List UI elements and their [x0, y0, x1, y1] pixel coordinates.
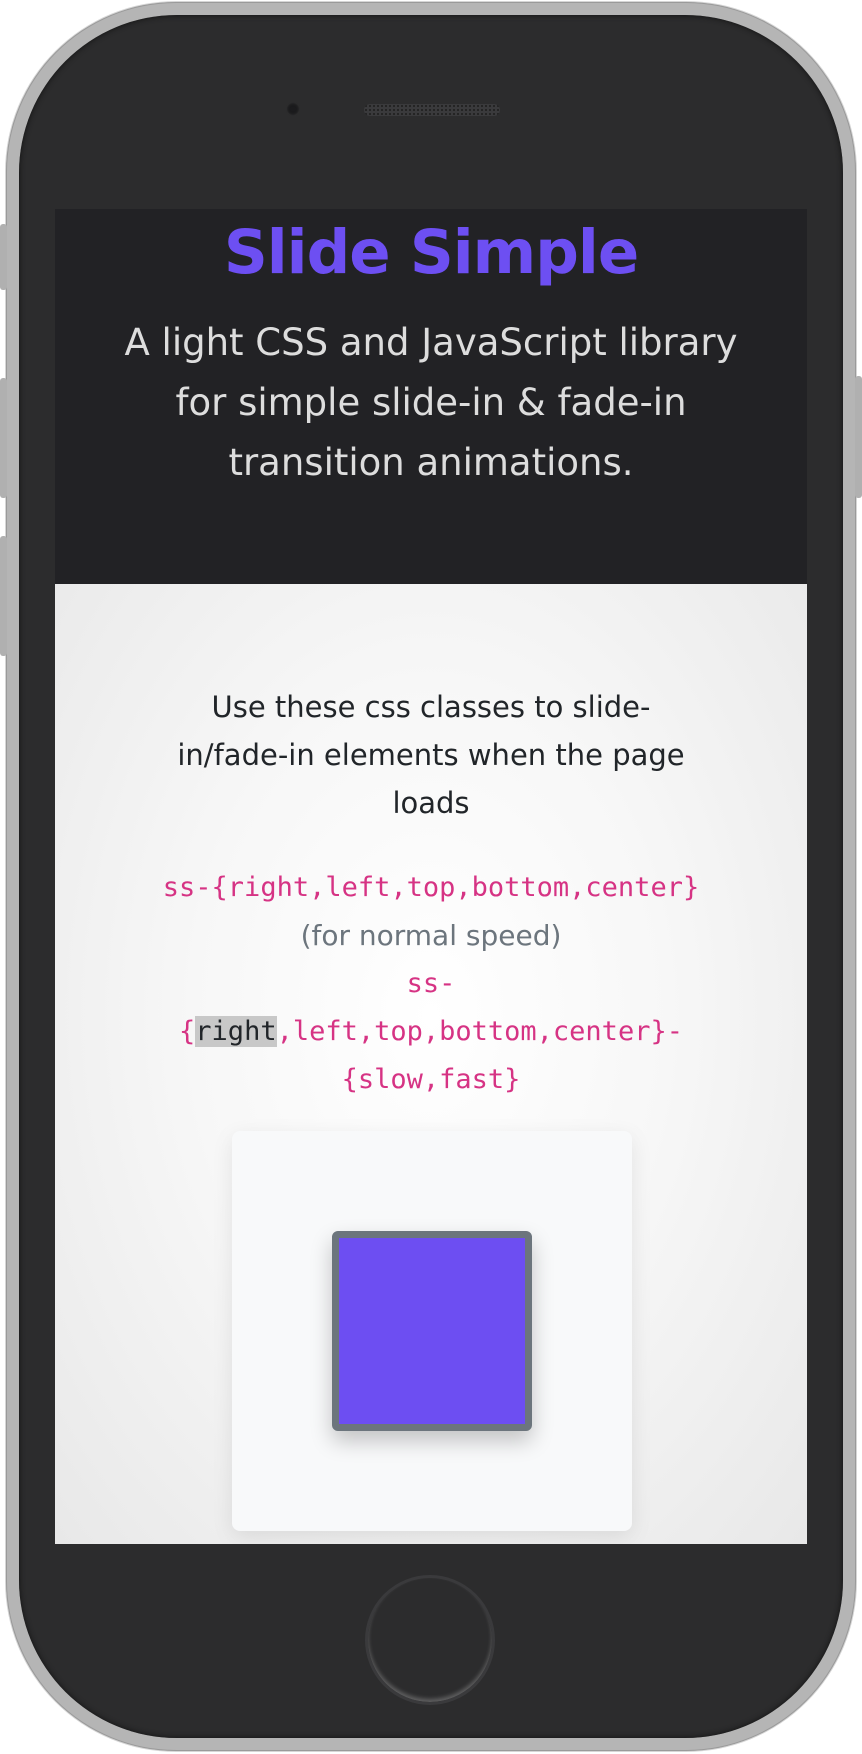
page-subtitle: A light CSS and JavaScript library for s…: [124, 321, 738, 484]
class-list: ss-{right,left,top,bottom,center} (for n…: [155, 864, 707, 1104]
volume-up-button: [0, 378, 7, 498]
front-camera: [286, 102, 300, 116]
page-title: Slide Simple: [223, 217, 639, 288]
speed-classes-line-3: {slow,fast}: [341, 1064, 521, 1095]
volume-down-button: [0, 536, 7, 656]
home-button[interactable]: [365, 1575, 495, 1705]
normal-speed-note: (for normal speed): [300, 919, 562, 952]
normal-speed-classes: ss-{right,left,top,bottom,center}: [162, 872, 700, 903]
earpiece-speaker: [364, 104, 500, 116]
usage-description: Use these css classes to slide-in/fade-i…: [177, 690, 685, 820]
speed-classes-rest: ,left,top,bottom,center}-: [276, 1016, 683, 1047]
speed-classes-brace: {: [179, 1016, 196, 1047]
speed-classes-line-2: {right,left,top,bottom,center}-: [155, 1008, 707, 1056]
demo-card: [232, 1131, 632, 1531]
animated-demo-box: [332, 1231, 532, 1431]
hero-section: Slide Simple A light CSS and JavaScript …: [55, 209, 807, 584]
phone-screen: Slide Simple A light CSS and JavaScript …: [55, 209, 807, 1544]
power-button: [855, 376, 862, 498]
mute-switch: [0, 224, 7, 290]
content-section: Use these css classes to slide-in/fade-i…: [55, 584, 807, 1544]
selected-text[interactable]: right: [195, 1016, 277, 1047]
speed-classes-line-1: ss-: [406, 968, 456, 999]
